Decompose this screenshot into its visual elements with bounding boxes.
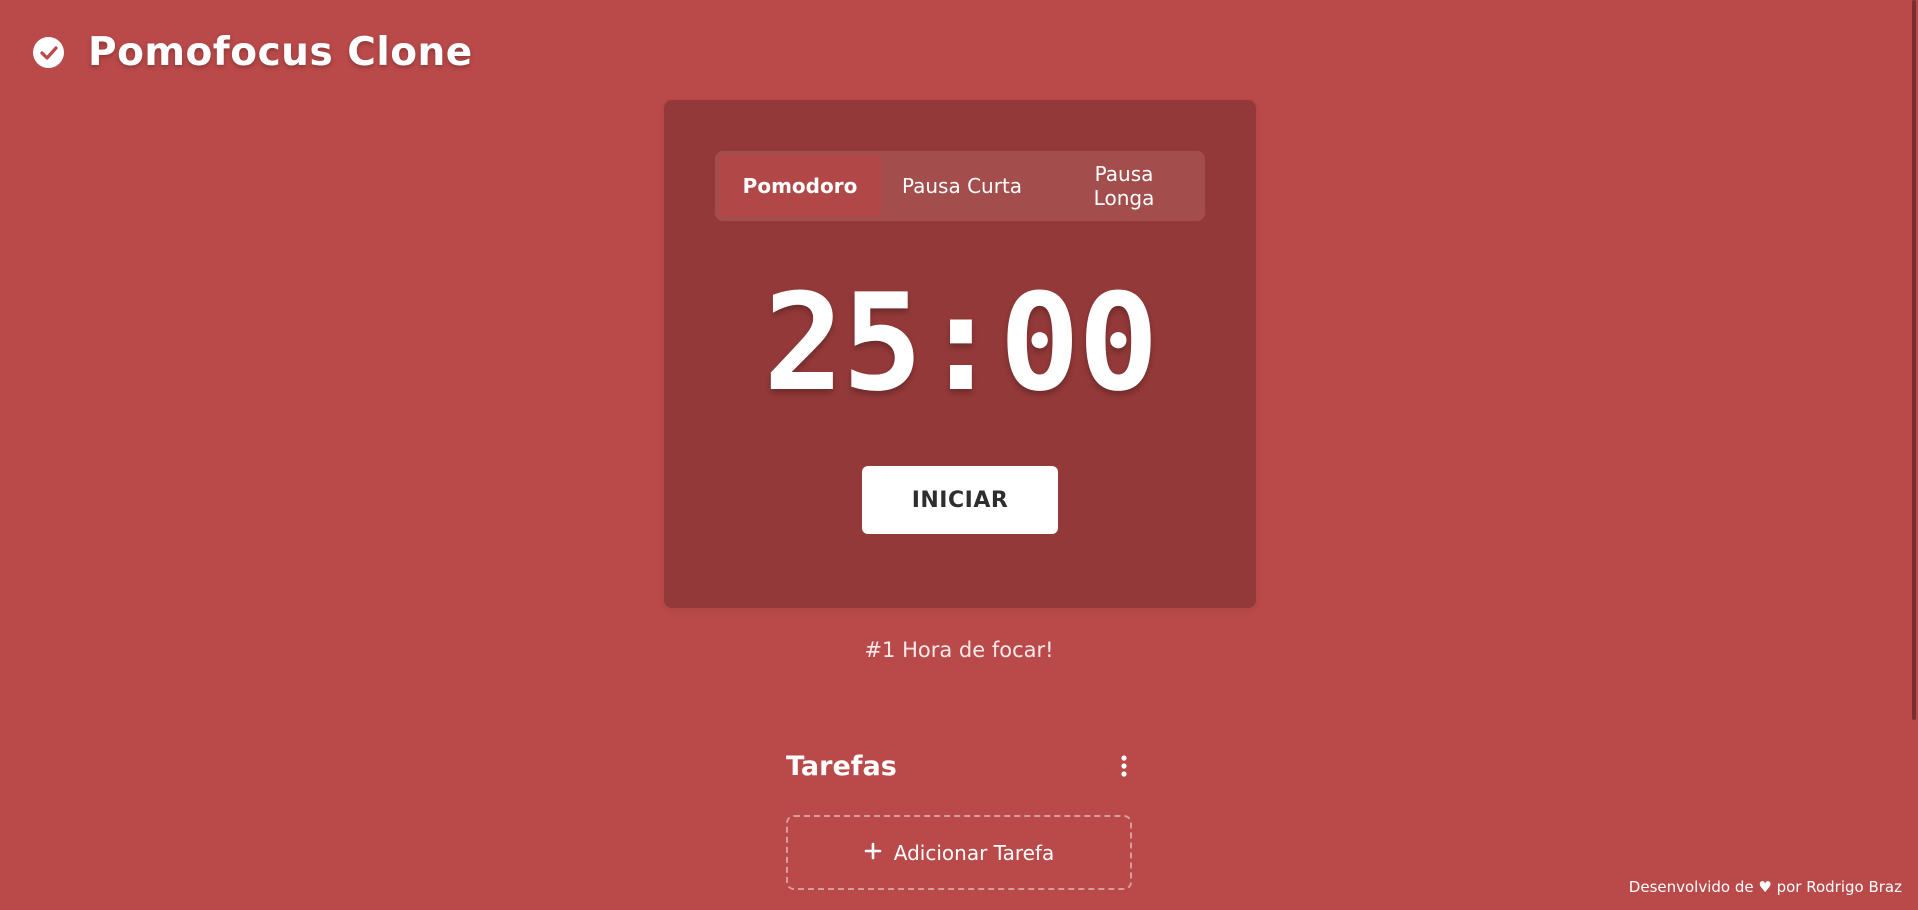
app-title: Pomofocus Clone bbox=[88, 30, 473, 75]
vertical-ellipsis-icon[interactable] bbox=[1114, 752, 1134, 780]
plus-icon bbox=[864, 841, 882, 865]
tasks-header: Tarefas bbox=[786, 748, 1134, 784]
add-task-label: Adicionar Tarefa bbox=[893, 840, 1055, 865]
timer-card: Pomodoro Pausa Curta Pausa Longa 25:00 I… bbox=[664, 100, 1256, 608]
tasks-title: Tarefas bbox=[786, 750, 897, 782]
app-page: Pomofocus Clone Pomodoro Pausa Curta Pau… bbox=[0, 0, 1918, 910]
focus-message: #1 Hora de focar! bbox=[864, 638, 1054, 662]
tab-pausa-longa-label: Pausa Longa bbox=[1093, 162, 1155, 210]
page-scrollbar[interactable] bbox=[1912, 0, 1916, 720]
footer-credit: Desenvolvido de ♥ por Rodrigo Braz bbox=[1628, 878, 1902, 896]
start-button[interactable]: INICIAR bbox=[862, 466, 1058, 534]
mode-tabs: Pomodoro Pausa Curta Pausa Longa bbox=[715, 151, 1205, 221]
add-task-button[interactable]: Adicionar Tarefa bbox=[786, 815, 1132, 890]
tab-pausa-curta[interactable]: Pausa Curta bbox=[881, 151, 1043, 221]
tab-pomodoro[interactable]: Pomodoro bbox=[719, 155, 881, 217]
tab-pausa-longa[interactable]: Pausa Longa bbox=[1043, 151, 1205, 221]
check-circle-icon bbox=[33, 37, 64, 68]
brand[interactable]: Pomofocus Clone bbox=[33, 30, 473, 75]
timer-display: 25:00 bbox=[763, 265, 1158, 421]
